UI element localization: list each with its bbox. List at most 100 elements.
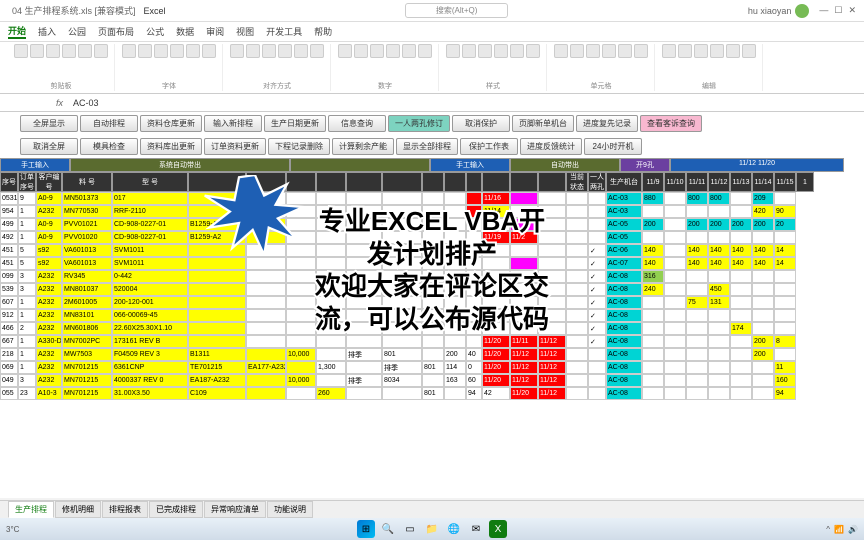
cell[interactable]	[538, 218, 566, 231]
cell[interactable]: 8	[774, 335, 796, 348]
ribbon-icon[interactable]	[554, 44, 568, 58]
ribbon-icon[interactable]	[354, 44, 368, 58]
cell[interactable]: AC-08	[606, 335, 642, 348]
cell[interactable]	[538, 192, 566, 205]
cell[interactable]: 492	[0, 231, 18, 244]
cell[interactable]: A0-9	[36, 192, 62, 205]
table-row[interactable]: 4991A0-9PVV01021CD-908-0227-01B1259-A2AC…	[0, 218, 864, 231]
cell[interactable]	[566, 257, 588, 270]
cell[interactable]	[566, 361, 588, 374]
column-header[interactable]	[346, 172, 382, 192]
cell[interactable]	[382, 192, 422, 205]
cell[interactable]	[588, 361, 606, 374]
cell[interactable]	[588, 218, 606, 231]
taskview-icon[interactable]: ▭	[401, 520, 419, 538]
ribbon-icon[interactable]	[726, 44, 740, 58]
cell[interactable]	[444, 257, 466, 270]
cell[interactable]	[444, 283, 466, 296]
fx-icon[interactable]: fx	[50, 98, 69, 108]
cell[interactable]	[566, 296, 588, 309]
cell[interactable]: 607	[0, 296, 18, 309]
ribbon-icon[interactable]	[602, 44, 616, 58]
cell[interactable]: 218	[0, 348, 18, 361]
cell[interactable]	[246, 283, 286, 296]
macro-btn[interactable]: 订单资料更新	[204, 138, 266, 155]
cell[interactable]	[708, 309, 730, 322]
cell[interactable]	[730, 270, 752, 283]
cell[interactable]: PVV01021	[62, 218, 112, 231]
cell[interactable]	[708, 374, 730, 387]
cell[interactable]	[246, 374, 286, 387]
ribbon-icon[interactable]	[138, 44, 152, 58]
column-header[interactable]: 一人两孔	[588, 172, 606, 192]
ribbon-icon[interactable]	[478, 44, 492, 58]
cell[interactable]: 0-442	[112, 270, 188, 283]
cell[interactable]	[382, 335, 422, 348]
cell[interactable]: 5	[18, 244, 36, 257]
cell[interactable]: AC-08	[606, 387, 642, 400]
cell[interactable]: 10,000	[286, 348, 316, 361]
cell[interactable]: 1	[18, 361, 36, 374]
cell[interactable]	[422, 322, 444, 335]
cell[interactable]: AC-03	[606, 205, 642, 218]
cell[interactable]: RV345	[62, 270, 112, 283]
cell[interactable]: A330-D	[36, 335, 62, 348]
cell[interactable]	[286, 218, 316, 231]
cell[interactable]: 240	[642, 283, 664, 296]
cell[interactable]	[188, 296, 246, 309]
column-header[interactable]: 11/11	[686, 172, 708, 192]
cell[interactable]	[664, 244, 686, 257]
cell[interactable]	[246, 309, 286, 322]
cell[interactable]: ✓	[588, 283, 606, 296]
cell[interactable]: C109	[188, 387, 246, 400]
cell[interactable]	[774, 296, 796, 309]
cell[interactable]	[686, 374, 708, 387]
cell[interactable]	[286, 361, 316, 374]
cell[interactable]	[188, 192, 246, 205]
table-row[interactable]: 4515s92VA601013SVM1011✓AC-07140140140140…	[0, 257, 864, 270]
ribbon-icon[interactable]	[46, 44, 60, 58]
cell[interactable]	[510, 322, 538, 335]
cell[interactable]	[482, 283, 510, 296]
cell[interactable]	[316, 283, 346, 296]
cell[interactable]: 90	[774, 205, 796, 218]
cell[interactable]: ✓	[588, 270, 606, 283]
cell[interactable]	[382, 205, 422, 218]
cell[interactable]: 200	[642, 218, 664, 231]
ribbon-icon[interactable]	[278, 44, 292, 58]
cell[interactable]	[422, 296, 444, 309]
cell[interactable]: 140	[708, 244, 730, 257]
cell[interactable]	[730, 374, 752, 387]
column-header[interactable]	[382, 172, 422, 192]
ribbon-icon[interactable]	[230, 44, 244, 58]
cell[interactable]	[774, 270, 796, 283]
cell[interactable]: 75	[686, 296, 708, 309]
cell[interactable]	[188, 335, 246, 348]
cell[interactable]	[444, 244, 466, 257]
ribbon-icon[interactable]	[294, 44, 308, 58]
ribbon-icon[interactable]	[462, 44, 476, 58]
macro-btn[interactable]: 查看客诉查询	[640, 115, 702, 132]
ribbon-icon[interactable]	[742, 44, 756, 58]
cell[interactable]	[188, 283, 246, 296]
cell[interactable]	[686, 231, 708, 244]
cell[interactable]	[730, 283, 752, 296]
cell[interactable]	[286, 270, 316, 283]
macro-btn[interactable]: 页脚新单机台	[512, 115, 574, 132]
ribbon-icon[interactable]	[526, 44, 540, 58]
tab-3[interactable]: 页面布局	[98, 25, 134, 38]
ribbon-icon[interactable]	[618, 44, 632, 58]
cell[interactable]: AC-08	[606, 374, 642, 387]
cell[interactable]	[316, 335, 346, 348]
cell[interactable]: 31.00X3.50	[112, 387, 188, 400]
cell[interactable]: MN701215	[62, 387, 112, 400]
cell[interactable]	[316, 205, 346, 218]
cell[interactable]: 200	[444, 348, 466, 361]
cell[interactable]	[642, 309, 664, 322]
cell[interactable]: 200-120-001	[112, 296, 188, 309]
macro-btn[interactable]: 模具检查	[80, 138, 138, 155]
tab-0[interactable]: 开始	[8, 24, 26, 39]
cell[interactable]	[422, 192, 444, 205]
start-icon[interactable]: ⊞	[357, 520, 375, 538]
macro-btn[interactable]: 生产日期更新	[264, 115, 326, 132]
